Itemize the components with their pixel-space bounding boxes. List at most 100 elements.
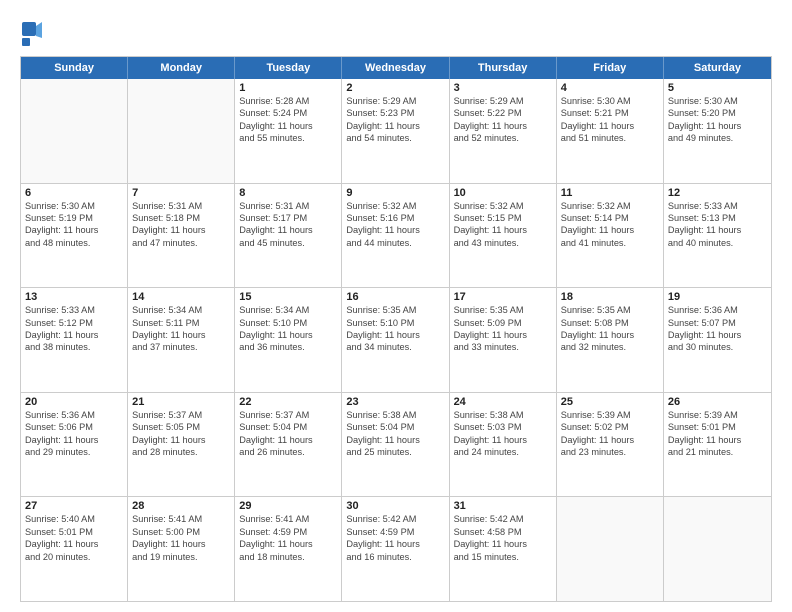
day-number: 27: [25, 500, 123, 512]
cell-line: Sunrise: 5:31 AM: [239, 200, 337, 212]
day-number: 21: [132, 396, 230, 408]
header-day-wednesday: Wednesday: [342, 57, 449, 79]
header-day-monday: Monday: [128, 57, 235, 79]
cell-line: Sunrise: 5:32 AM: [454, 200, 552, 212]
day-number: 15: [239, 291, 337, 303]
day-number: 17: [454, 291, 552, 303]
header-day-friday: Friday: [557, 57, 664, 79]
cell-line: Daylight: 11 hours: [239, 224, 337, 236]
cell-line: Sunrise: 5:36 AM: [25, 409, 123, 421]
day-number: 14: [132, 291, 230, 303]
cell-line: Daylight: 11 hours: [132, 538, 230, 550]
header-day-sunday: Sunday: [21, 57, 128, 79]
cell-line: Sunset: 5:09 PM: [454, 317, 552, 329]
header-day-saturday: Saturday: [664, 57, 771, 79]
empty-cell: [128, 79, 235, 183]
day-cell-10: 10Sunrise: 5:32 AMSunset: 5:15 PMDayligh…: [450, 184, 557, 288]
header-day-tuesday: Tuesday: [235, 57, 342, 79]
day-number: 2: [346, 82, 444, 94]
cell-line: Sunset: 5:18 PM: [132, 212, 230, 224]
day-cell-24: 24Sunrise: 5:38 AMSunset: 5:03 PMDayligh…: [450, 393, 557, 497]
cell-line: Daylight: 11 hours: [668, 224, 767, 236]
cell-line: Daylight: 11 hours: [25, 434, 123, 446]
cell-line: Daylight: 11 hours: [25, 224, 123, 236]
page-header: [20, 16, 772, 48]
cell-line: and 51 minutes.: [561, 132, 659, 144]
cell-line: Sunset: 5:19 PM: [25, 212, 123, 224]
cell-line: Daylight: 11 hours: [561, 120, 659, 132]
cell-line: and 34 minutes.: [346, 341, 444, 353]
day-number: 9: [346, 187, 444, 199]
day-cell-6: 6Sunrise: 5:30 AMSunset: 5:19 PMDaylight…: [21, 184, 128, 288]
cell-line: and 33 minutes.: [454, 341, 552, 353]
day-cell-28: 28Sunrise: 5:41 AMSunset: 5:00 PMDayligh…: [128, 497, 235, 601]
cell-line: and 30 minutes.: [668, 341, 767, 353]
cell-line: Sunrise: 5:31 AM: [132, 200, 230, 212]
cell-line: Sunset: 5:04 PM: [346, 421, 444, 433]
week-row-4: 20Sunrise: 5:36 AMSunset: 5:06 PMDayligh…: [21, 393, 771, 498]
cell-line: Sunset: 5:00 PM: [132, 526, 230, 538]
cell-line: and 43 minutes.: [454, 237, 552, 249]
cell-line: Daylight: 11 hours: [239, 120, 337, 132]
day-number: 13: [25, 291, 123, 303]
cell-line: and 40 minutes.: [668, 237, 767, 249]
cell-line: and 23 minutes.: [561, 446, 659, 458]
cell-line: Sunset: 5:01 PM: [25, 526, 123, 538]
cell-line: Daylight: 11 hours: [239, 434, 337, 446]
day-number: 29: [239, 500, 337, 512]
day-cell-12: 12Sunrise: 5:33 AMSunset: 5:13 PMDayligh…: [664, 184, 771, 288]
day-cell-23: 23Sunrise: 5:38 AMSunset: 5:04 PMDayligh…: [342, 393, 449, 497]
cell-line: Daylight: 11 hours: [25, 538, 123, 550]
cell-line: and 44 minutes.: [346, 237, 444, 249]
cell-line: Sunset: 5:07 PM: [668, 317, 767, 329]
day-cell-9: 9Sunrise: 5:32 AMSunset: 5:16 PMDaylight…: [342, 184, 449, 288]
day-number: 19: [668, 291, 767, 303]
cell-line: Sunset: 5:04 PM: [239, 421, 337, 433]
empty-cell: [21, 79, 128, 183]
cell-line: Sunrise: 5:34 AM: [132, 304, 230, 316]
cell-line: Sunset: 4:59 PM: [346, 526, 444, 538]
cell-line: Daylight: 11 hours: [668, 434, 767, 446]
cell-line: Daylight: 11 hours: [346, 120, 444, 132]
day-number: 12: [668, 187, 767, 199]
cell-line: Sunrise: 5:29 AM: [454, 95, 552, 107]
cell-line: Daylight: 11 hours: [454, 329, 552, 341]
week-row-5: 27Sunrise: 5:40 AMSunset: 5:01 PMDayligh…: [21, 497, 771, 601]
cell-line: Sunset: 5:23 PM: [346, 107, 444, 119]
logo-icon: [20, 20, 44, 48]
cell-line: Sunset: 5:20 PM: [668, 107, 767, 119]
cell-line: Daylight: 11 hours: [454, 538, 552, 550]
cell-line: Daylight: 11 hours: [346, 329, 444, 341]
day-number: 6: [25, 187, 123, 199]
cell-line: and 25 minutes.: [346, 446, 444, 458]
day-cell-25: 25Sunrise: 5:39 AMSunset: 5:02 PMDayligh…: [557, 393, 664, 497]
week-row-3: 13Sunrise: 5:33 AMSunset: 5:12 PMDayligh…: [21, 288, 771, 393]
cell-line: Sunrise: 5:38 AM: [454, 409, 552, 421]
cell-line: Daylight: 11 hours: [346, 434, 444, 446]
empty-cell: [557, 497, 664, 601]
day-cell-17: 17Sunrise: 5:35 AMSunset: 5:09 PMDayligh…: [450, 288, 557, 392]
day-number: 25: [561, 396, 659, 408]
cell-line: Sunrise: 5:34 AM: [239, 304, 337, 316]
day-cell-27: 27Sunrise: 5:40 AMSunset: 5:01 PMDayligh…: [21, 497, 128, 601]
calendar-body: 1Sunrise: 5:28 AMSunset: 5:24 PMDaylight…: [21, 79, 771, 601]
day-cell-18: 18Sunrise: 5:35 AMSunset: 5:08 PMDayligh…: [557, 288, 664, 392]
cell-line: Sunset: 5:06 PM: [25, 421, 123, 433]
calendar-header: SundayMondayTuesdayWednesdayThursdayFrid…: [21, 57, 771, 79]
cell-line: Sunrise: 5:40 AM: [25, 513, 123, 525]
day-cell-22: 22Sunrise: 5:37 AMSunset: 5:04 PMDayligh…: [235, 393, 342, 497]
cell-line: and 38 minutes.: [25, 341, 123, 353]
cell-line: and 24 minutes.: [454, 446, 552, 458]
day-number: 10: [454, 187, 552, 199]
empty-cell: [664, 497, 771, 601]
day-number: 22: [239, 396, 337, 408]
cell-line: Daylight: 11 hours: [346, 224, 444, 236]
cell-line: Sunset: 5:16 PM: [346, 212, 444, 224]
day-cell-5: 5Sunrise: 5:30 AMSunset: 5:20 PMDaylight…: [664, 79, 771, 183]
cell-line: Sunrise: 5:35 AM: [346, 304, 444, 316]
cell-line: Daylight: 11 hours: [668, 120, 767, 132]
day-number: 5: [668, 82, 767, 94]
week-row-1: 1Sunrise: 5:28 AMSunset: 5:24 PMDaylight…: [21, 79, 771, 184]
cell-line: and 15 minutes.: [454, 551, 552, 563]
day-cell-30: 30Sunrise: 5:42 AMSunset: 4:59 PMDayligh…: [342, 497, 449, 601]
